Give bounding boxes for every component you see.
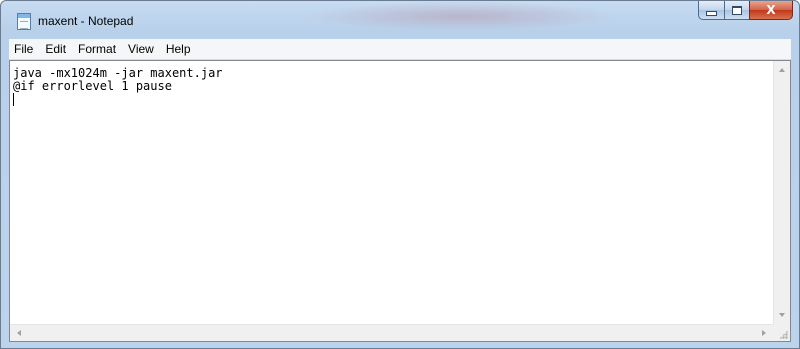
text-editor[interactable]: java -mx1024m -jar maxent.jar @if errorle… — [9, 60, 791, 342]
menu-bar: File Edit Format View Help — [9, 39, 791, 60]
scroll-right-icon[interactable] — [762, 330, 766, 336]
close-icon: X — [766, 3, 776, 17]
scroll-up-icon[interactable] — [779, 68, 785, 72]
close-button[interactable]: X — [749, 1, 793, 20]
editor-text-area[interactable]: java -mx1024m -jar maxent.jar @if errorle… — [13, 67, 772, 324]
menu-edit[interactable]: Edit — [40, 42, 73, 56]
resize-grip-icon[interactable] — [779, 330, 788, 339]
minimize-icon — [706, 10, 717, 16]
maximize-icon — [732, 5, 742, 15]
scroll-down-icon[interactable] — [779, 313, 785, 317]
window-title: maxent - Notepad — [38, 14, 134, 28]
maximize-button[interactable] — [724, 1, 749, 20]
editor-line-2: @if errorlevel 1 pause — [13, 79, 172, 93]
caption-buttons: X — [698, 1, 793, 21]
notepad-icon[interactable] — [17, 13, 31, 30]
menu-format[interactable]: Format — [73, 42, 123, 56]
notepad-window: maxent - Notepad X File Edit Format View… — [0, 0, 800, 349]
vertical-scrollbar[interactable] — [773, 61, 790, 324]
menu-view[interactable]: View — [123, 42, 161, 56]
title-bar[interactable]: maxent - Notepad X — [1, 1, 799, 37]
menu-file[interactable]: File — [9, 42, 40, 56]
text-caret — [13, 93, 14, 106]
minimize-button[interactable] — [698, 1, 724, 20]
horizontal-scrollbar[interactable] — [10, 324, 773, 341]
editor-line-3 — [13, 93, 772, 106]
scrollbar-corner — [773, 324, 790, 341]
title-bar-glow — [301, 1, 621, 31]
menu-help[interactable]: Help — [161, 42, 198, 56]
scroll-left-icon[interactable] — [17, 330, 21, 336]
